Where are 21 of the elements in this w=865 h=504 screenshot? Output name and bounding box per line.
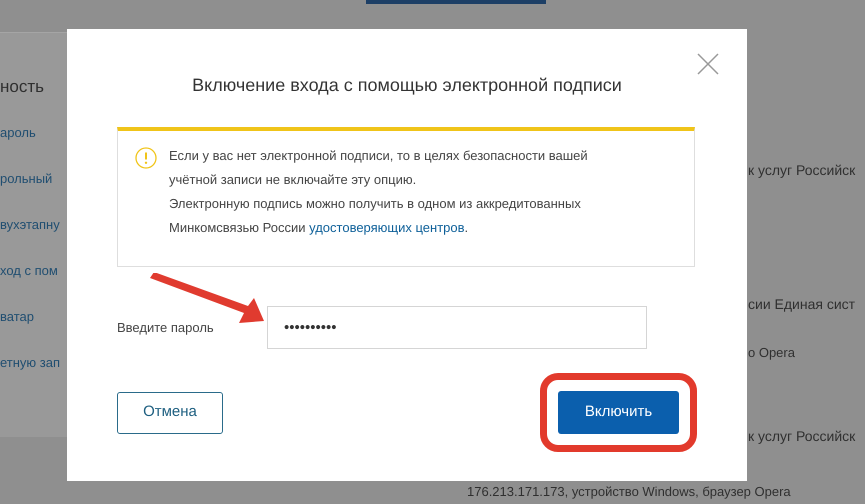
settings-link[interactable]: ватар bbox=[0, 306, 34, 328]
event-text: к услуг Российск bbox=[748, 427, 856, 446]
event-detail: о Opera bbox=[748, 344, 796, 362]
close-icon[interactable] bbox=[697, 53, 719, 75]
event-text: к услуг Российск bbox=[748, 161, 856, 180]
password-label: Введите пароль bbox=[117, 318, 215, 337]
enable-button[interactable]: Включить bbox=[558, 391, 679, 434]
password-field[interactable]: •••••••••• bbox=[267, 306, 647, 349]
centers-link[interactable]: удостоверяющих центров bbox=[309, 220, 465, 235]
settings-link[interactable]: рольный bbox=[0, 168, 52, 190]
settings-link[interactable]: вухэтапну bbox=[0, 214, 60, 236]
cancel-button[interactable]: Отмена bbox=[117, 392, 223, 434]
settings-link[interactable]: ход с пом bbox=[0, 260, 58, 282]
settings-link[interactable]: ароль bbox=[0, 122, 36, 144]
event-detail: 176.213.171.173, устройство Windows, браузер Opera bbox=[467, 483, 791, 501]
event-text: сии Единая сист bbox=[748, 295, 856, 314]
warning-icon bbox=[135, 147, 157, 169]
warning-text: Если у вас нет электронной подписи, то в целях безопасности вашей учётной записи не включайте эту опцию. Электронную подпись можно получить в одном из аккредитованных Минкомсвязью России удостоверяющих центров. bbox=[169, 147, 588, 237]
settings-link[interactable]: етную зап bbox=[0, 352, 60, 374]
dialog-title: Включение входа с помощью электронной подписи bbox=[191, 74, 623, 97]
section-heading: ность bbox=[0, 76, 44, 98]
